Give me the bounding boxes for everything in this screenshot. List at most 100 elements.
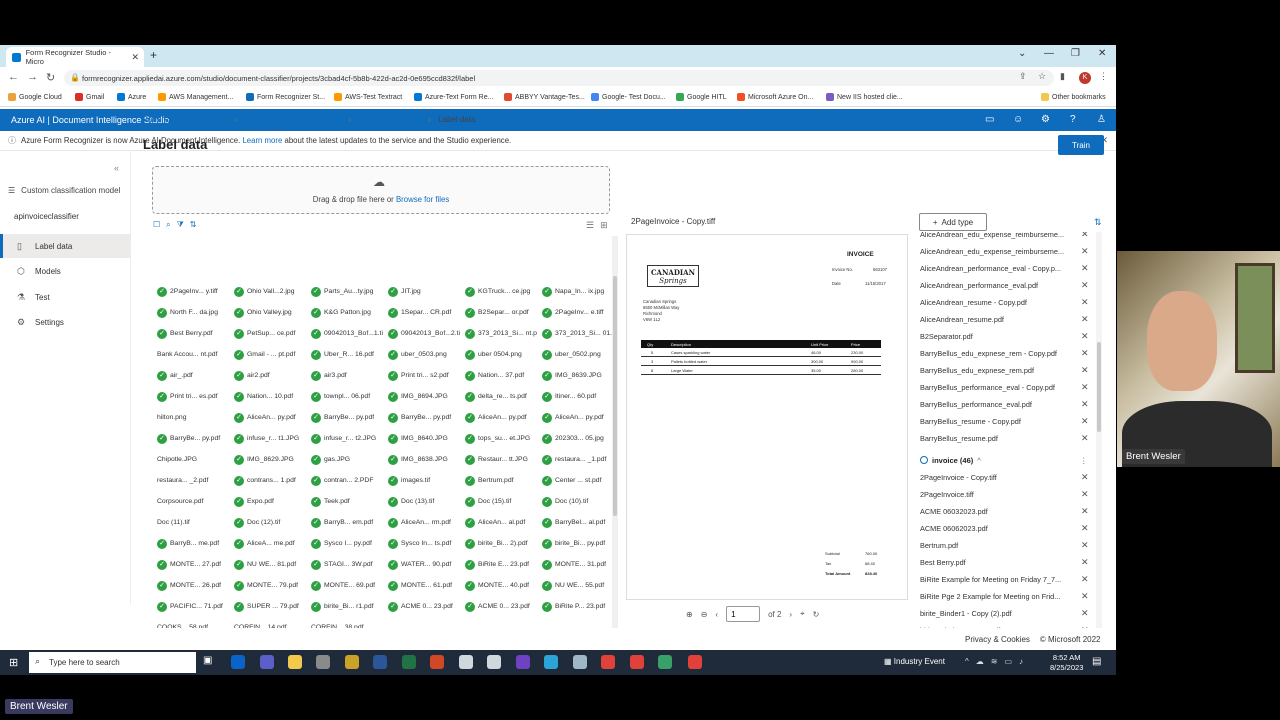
powerpoint-icon[interactable]: [430, 655, 444, 669]
file-tile[interactable]: ✓ BarryB... me.pdf: [157, 535, 229, 552]
remove-icon[interactable]: ✕: [1081, 489, 1089, 500]
file-tile[interactable]: ✓ contran... 2.PDF: [311, 472, 383, 489]
profile-avatar[interactable]: K: [1079, 72, 1091, 84]
file-tile[interactable]: ✓ IMG_8639.JPG: [542, 367, 612, 384]
file-tile[interactable]: ✓ 09042013_Bof...2.tiff: [388, 325, 460, 342]
back-icon[interactable]: ←: [8, 71, 19, 83]
chrome-icon[interactable]: [630, 655, 644, 669]
file-tile[interactable]: ✓ PACIFIC... 71.pdf: [157, 598, 229, 615]
file-grid-scrollbar[interactable]: [612, 236, 618, 628]
file-tile[interactable]: ✓ 09042013_Bof...1.tiff: [311, 325, 383, 342]
type-file-item[interactable]: 2PageInvoice.tiff ✕: [920, 487, 1092, 503]
zoom-in-icon[interactable]: ⊕: [686, 610, 693, 619]
file-tile[interactable]: ✓ 373_2013_Si... nt.pdf: [465, 325, 537, 342]
word-icon[interactable]: [373, 655, 387, 669]
file-tile[interactable]: ✓ AliceAn... py.pdf: [465, 409, 537, 426]
remove-icon[interactable]: ✕: [1081, 608, 1089, 619]
file-tile[interactable]: ✓ delta_re... ts.pdf: [465, 388, 537, 405]
remove-icon[interactable]: ✕: [1081, 314, 1089, 325]
zoom-out-icon[interactable]: ⊖: [701, 610, 708, 619]
file-tile[interactable]: ✓ AliceAn... al.pdf: [465, 514, 537, 531]
file-tile[interactable]: ✓ tops_su... et.JPG: [465, 430, 537, 447]
type-file-item[interactable]: Bertrum.pdf ✕: [920, 538, 1092, 554]
remove-icon[interactable]: ✕: [1081, 416, 1089, 427]
file-tile[interactable]: ✓ AliceAn... py.pdf: [234, 409, 306, 426]
file-tile[interactable]: ✓ Best Berry.pdf: [157, 325, 229, 342]
remove-icon[interactable]: ✕: [1081, 246, 1089, 257]
close-tab-icon[interactable]: ✕: [131, 52, 139, 63]
breadcrumb-project[interactable]: apinvoiceclassifier: [358, 115, 423, 124]
file-tile[interactable]: ✓ B2Separ... or.pdf: [465, 304, 537, 321]
share-icon[interactable]: ⇪: [1019, 71, 1027, 82]
remove-icon[interactable]: ✕: [1081, 472, 1089, 483]
invoice-group-header[interactable]: invoice (46) ^ ⋮: [920, 452, 1092, 468]
app-icon[interactable]: [345, 655, 359, 669]
bookmark-item[interactable]: ABBYY Vantage-Tes...: [504, 93, 585, 101]
filter-icon[interactable]: ⧩: [177, 220, 184, 230]
forward-icon[interactable]: →: [27, 71, 38, 83]
url-field[interactable]: 🔒 formrecognizer.appliedai.azure.com/stu…: [64, 70, 1054, 86]
bookmark-star-icon[interactable]: ☆: [1038, 71, 1046, 82]
file-tile[interactable]: ✓ Itiner... 60.pdf: [542, 388, 612, 405]
file-tile[interactable]: ✓ JIT.jpg: [388, 283, 460, 300]
file-explorer-icon[interactable]: [288, 655, 302, 669]
bookmark-item[interactable]: Gmail: [75, 93, 104, 101]
file-tile[interactable]: ✓ ACME 0... 23.pdf: [388, 598, 460, 615]
file-tile[interactable]: CORFIN... 14.pdf: [234, 619, 306, 628]
file-tile[interactable]: ✓373_2013_Si... 01.pdf: [542, 325, 612, 342]
file-tile[interactable]: ✓ Center ... st.pdf: [542, 472, 612, 489]
file-tile[interactable]: ✓ IMG_8640.JPG: [388, 430, 460, 447]
file-tile[interactable]: ✓ Doc (10).tif: [542, 493, 612, 510]
file-tile[interactable]: ✓ Gmail - ... pt.pdf: [234, 346, 306, 363]
file-tile[interactable]: ✓ K&G Patton.jpg: [311, 304, 383, 321]
bookmark-item[interactable]: Azure-Text Form Re...: [414, 93, 493, 101]
type-file-item[interactable]: AliceAndrean_edu_expense_reimburseme... ✕: [920, 244, 1092, 260]
directory-icon[interactable]: ▭: [985, 114, 994, 125]
remove-icon[interactable]: ✕: [1081, 232, 1089, 240]
file-tile[interactable]: ✓ BiRite P... 23.pdf: [542, 598, 612, 615]
bookmark-item[interactable]: Form Recognizer St...: [246, 93, 325, 101]
file-tile[interactable]: COOKS... 58.pdf: [157, 619, 229, 628]
file-tile[interactable]: ✓ IMG_8638.JPG: [388, 451, 460, 468]
type-file-item[interactable]: BarryBellus_edu_expnese_rem - Copy.pdf ✕: [920, 346, 1092, 362]
type-file-item[interactable]: 2PageInvoice - Copy.tiff ✕: [920, 470, 1092, 486]
type-file-item[interactable]: birite_Binder1 - Copy.pdf✕: [920, 623, 1092, 628]
file-tile[interactable]: restaura... _2.pdf: [157, 472, 229, 489]
file-tile[interactable]: ✓ restaura... _1.pdf: [542, 451, 612, 468]
app-icon[interactable]: [573, 655, 587, 669]
file-tile[interactable]: ✓ MONTE... 40.pdf: [465, 577, 537, 594]
more-options-icon[interactable]: ⋮: [1080, 456, 1088, 465]
file-tile[interactable]: ✓ Expo.pdf: [234, 493, 306, 510]
file-tile[interactable]: ✓ AliceAn... rm.pdf: [388, 514, 460, 531]
bookmark-item[interactable]: Microsoft Azure On...: [737, 93, 813, 101]
type-file-item[interactable]: B2Separator.pdf ✕: [920, 329, 1092, 345]
nav-item-models[interactable]: ⬡ Models: [0, 259, 131, 283]
remove-icon[interactable]: ✕: [1081, 348, 1089, 359]
learn-more-link[interactable]: Learn more: [242, 136, 282, 145]
search-icon[interactable]: ⌕: [166, 220, 170, 230]
file-tile[interactable]: ✓ Ohio Valley.jpg: [234, 304, 306, 321]
remove-icon[interactable]: ✕: [1081, 540, 1089, 551]
file-tile[interactable]: ✓ uber 0504.png: [465, 346, 537, 363]
file-tile[interactable]: ✓ Doc (15).tif: [465, 493, 537, 510]
file-tile[interactable]: CORFIN... 38.pdf: [311, 619, 383, 628]
app-icon[interactable]: [516, 655, 530, 669]
file-tile[interactable]: ✓ BarryBe... py.pdf: [157, 430, 229, 447]
remove-icon[interactable]: ✕: [1081, 591, 1089, 602]
file-tile[interactable]: ✓ birite_Bi... py.pdf: [542, 535, 612, 552]
file-tile[interactable]: ✓ infuse_r... t2.JPG: [311, 430, 383, 447]
file-tile[interactable]: ✓ MONTE... 31.pdf: [542, 556, 612, 573]
teams-icon[interactable]: [260, 655, 274, 669]
file-tile[interactable]: ✓ uber_0502.png: [542, 346, 612, 363]
type-file-item[interactable]: AliceAndrean_edu_expense_reimburseme... ✕: [920, 232, 1092, 243]
volume-icon[interactable]: ♪: [1019, 657, 1023, 666]
settings-app-icon[interactable]: [316, 655, 330, 669]
type-file-item[interactable]: BarryBellus_edu_expnese_rem.pdf ✕: [920, 363, 1092, 379]
file-tile[interactable]: ✓ AliceA... me.pdf: [234, 535, 306, 552]
new-tab-icon[interactable]: +: [150, 48, 157, 62]
sort-icon[interactable]: ⇅: [190, 220, 197, 230]
file-tile[interactable]: ✓ SUPER ... 79.pdf: [234, 598, 306, 615]
file-tile[interactable]: ✓ air2.pdf: [234, 367, 306, 384]
file-tile[interactable]: ✓ birite_Bi... 2).pdf: [465, 535, 537, 552]
file-tile[interactable]: ✓ ACME 0... 23.pdf: [465, 598, 537, 615]
